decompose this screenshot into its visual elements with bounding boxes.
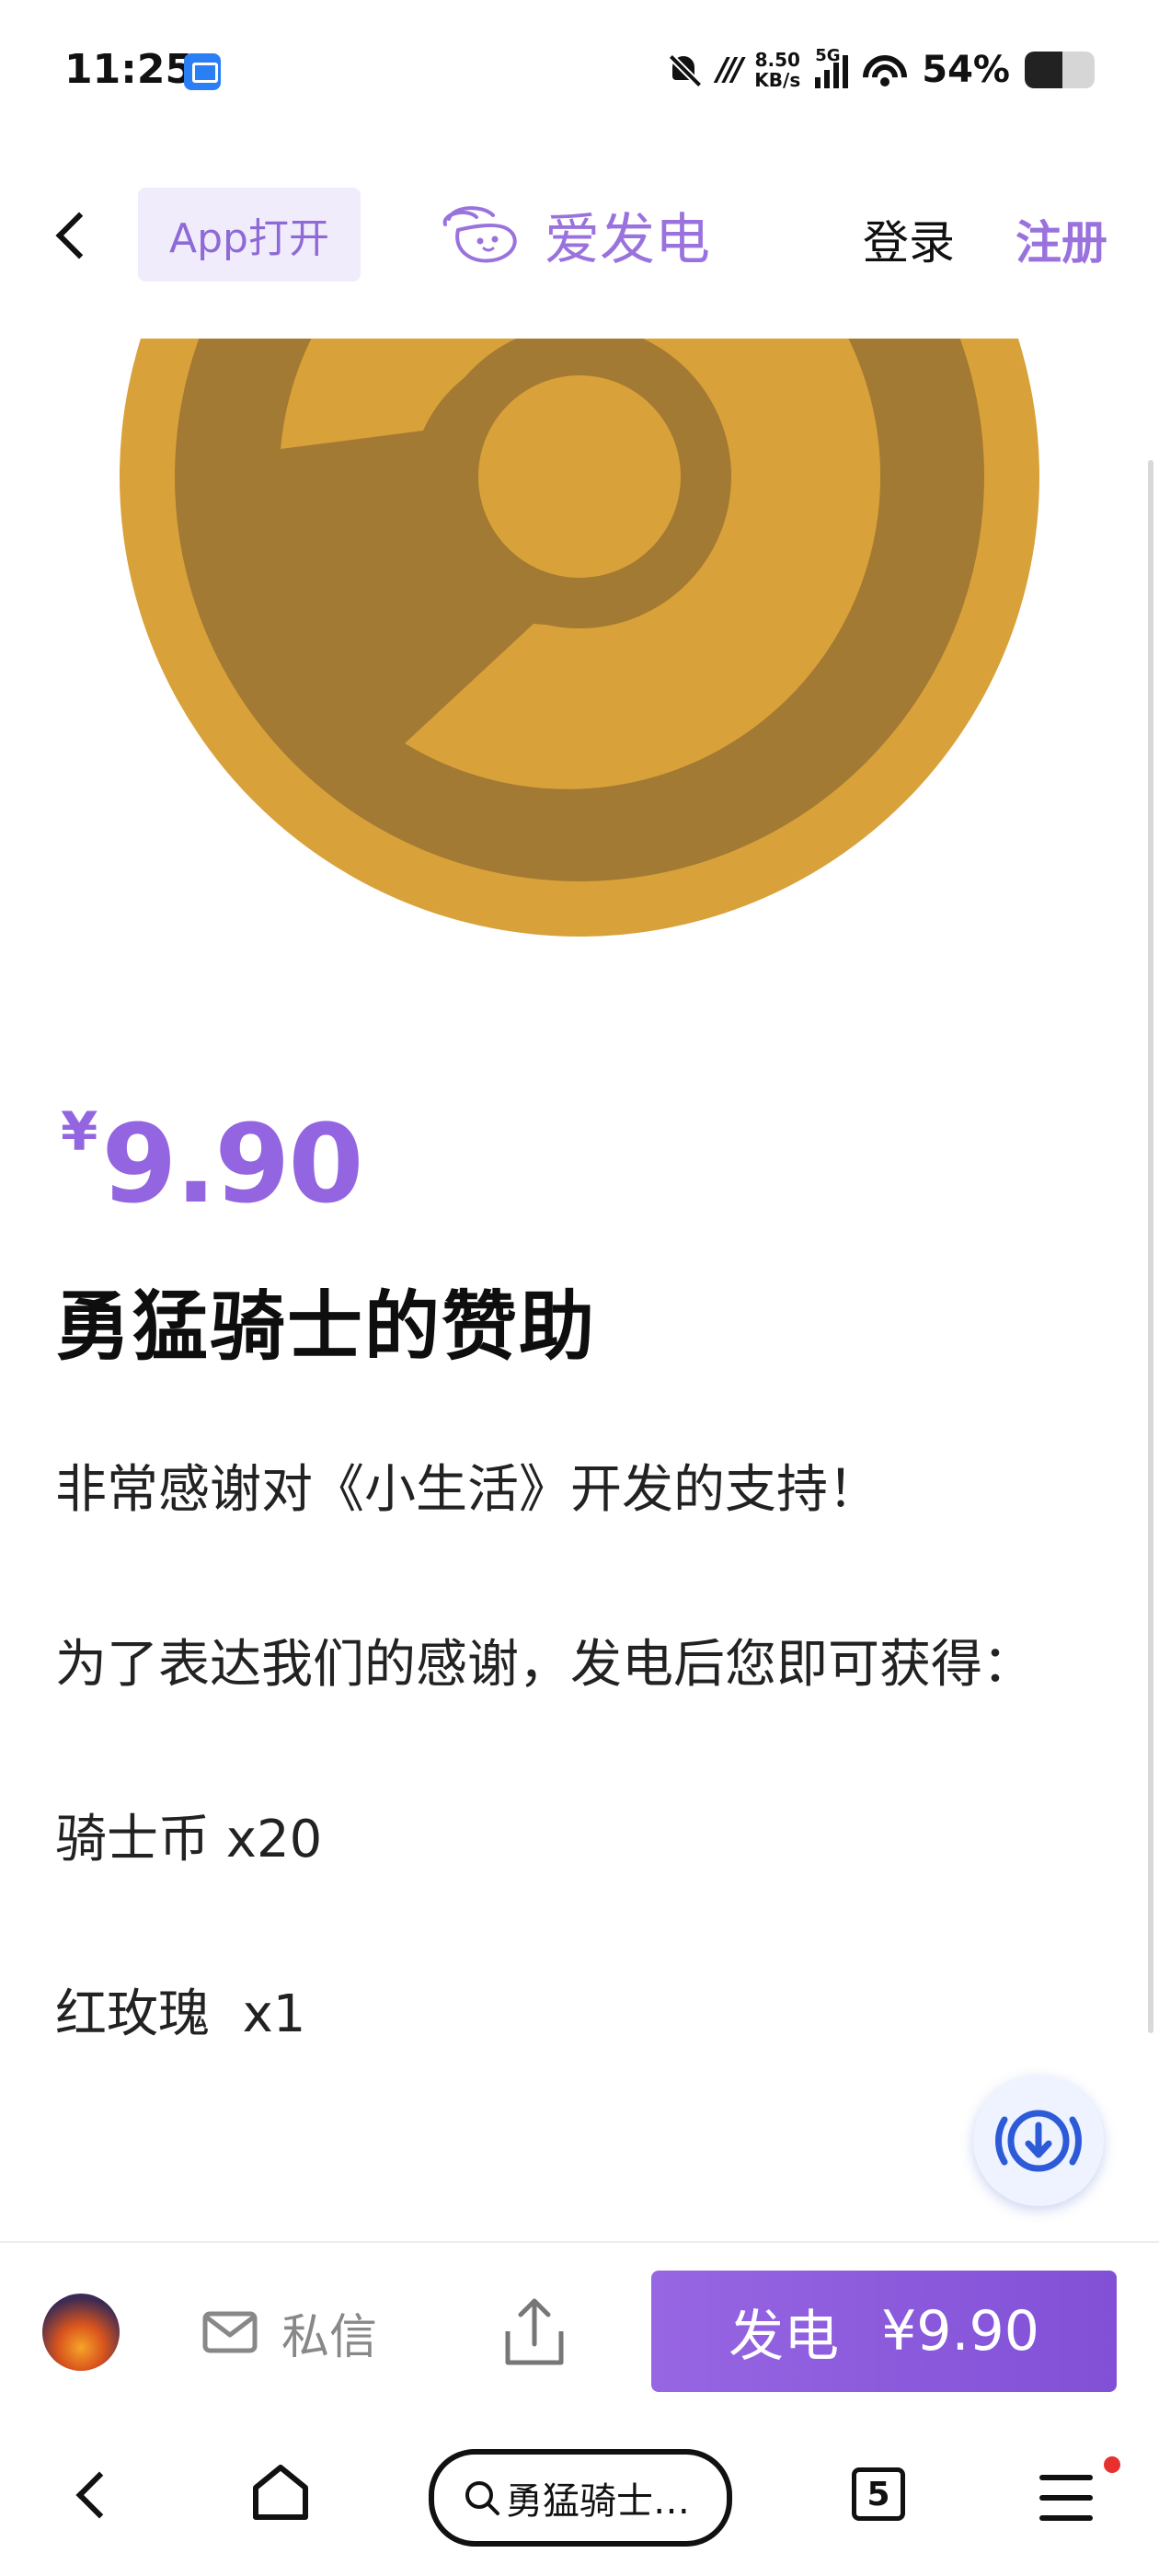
wifi-icon: [863, 52, 908, 88]
search-icon: [465, 2481, 499, 2515]
scrollbar[interactable]: [1148, 460, 1153, 2033]
power-button-price: ¥9.90: [881, 2299, 1039, 2363]
network-speed-value: 8.50: [754, 49, 800, 71]
address-bar[interactable]: 勇猛骑士…: [429, 2449, 732, 2547]
back-button[interactable]: [46, 202, 101, 267]
status-bar: 11:25 /// 8.50 KB/s 5G 54%: [0, 0, 1159, 138]
login-link[interactable]: 登录: [863, 206, 955, 272]
download-icon: [995, 2110, 1082, 2172]
browser-home-button[interactable]: [248, 2460, 313, 2524]
brand-logo-icon: [442, 206, 517, 263]
description-line: 非常感谢对《小生活》开发的支持！: [55, 1460, 879, 1520]
register-link[interactable]: 注册: [1016, 206, 1107, 272]
app-open-button[interactable]: App打开: [138, 188, 361, 282]
notification-app-icon: [184, 53, 221, 90]
product-description: 非常感谢对《小生活》开发的支持！ 为了表达我们的感谢，发电后您即可获得： 骑士币…: [55, 1443, 1085, 2063]
currency-symbol: ¥: [61, 1100, 98, 1163]
network-type: 5G: [815, 46, 841, 65]
menu-button[interactable]: [1039, 2475, 1093, 2521]
network-speed-unit: KB/s: [754, 69, 801, 91]
tabs-button[interactable]: 5: [852, 2467, 905, 2521]
status-time: 11:25: [64, 46, 194, 93]
browser-nav-bar: 勇猛骑士… 5: [0, 2416, 1159, 2576]
mail-icon: [202, 2311, 258, 2353]
cellular-signal-icon: 5G: [815, 46, 849, 88]
share-icon: [505, 2298, 564, 2365]
message-button[interactable]: 私信: [202, 2298, 377, 2366]
notification-dot: [1104, 2456, 1120, 2473]
action-bar: 私信 发电 ¥9.90: [0, 2241, 1159, 2416]
brand[interactable]: 爱发电: [440, 197, 710, 272]
status-icons: /// 8.50 KB/s 5G 54%: [667, 44, 1095, 96]
network-speed: 8.50 KB/s: [754, 50, 800, 90]
page-header: App打开 爱发电 登录 注册: [0, 175, 1159, 294]
description-line: 为了表达我们的感谢，发电后您即可获得：: [55, 1635, 1034, 1695]
nfc-icon: ///: [717, 52, 743, 88]
share-button[interactable]: [502, 2294, 567, 2368]
creator-avatar[interactable]: [42, 2294, 120, 2371]
price-value: 9.90: [101, 1100, 363, 1227]
description-line: 骑士币 x20: [55, 1810, 323, 1869]
product-title: 勇猛骑士的赞助: [55, 1283, 597, 1371]
address-text: 勇猛骑士…: [506, 2480, 690, 2523]
battery-percent: 54%: [922, 49, 1010, 91]
message-label: 私信: [281, 2309, 378, 2365]
browser-back-button[interactable]: [64, 2462, 120, 2526]
product-image: [0, 339, 1159, 955]
home-icon: [253, 2465, 308, 2520]
description-line: 红玫瑰 x1: [55, 1984, 306, 2044]
power-button[interactable]: 发电 ¥9.90: [651, 2271, 1117, 2392]
download-app-button[interactable]: [973, 2076, 1104, 2206]
coin-illustration: [120, 339, 1039, 937]
bell-muted-icon: [667, 52, 702, 87]
product-price: ¥ 9.90: [61, 1099, 364, 1228]
battery-icon: [1025, 52, 1095, 88]
brand-name: 爱发电: [545, 207, 710, 272]
power-button-label: 发电: [729, 2304, 840, 2369]
